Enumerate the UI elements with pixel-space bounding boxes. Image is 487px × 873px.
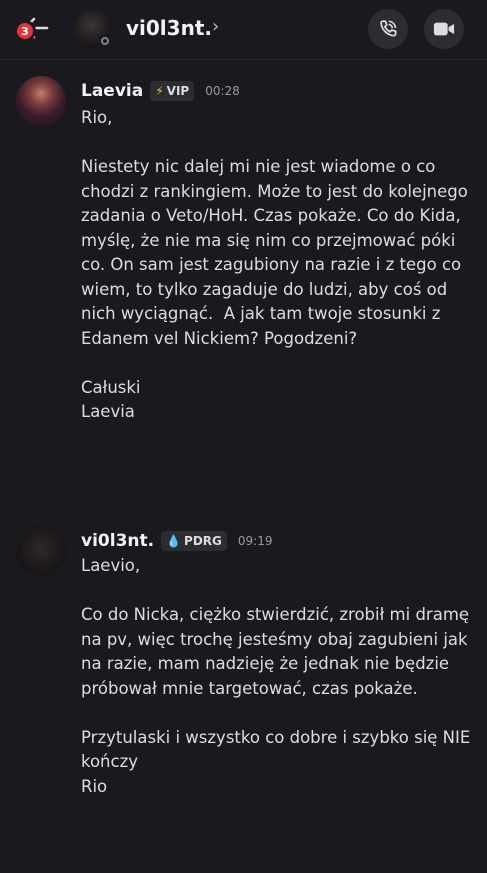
message-timestamp: 09:19 [237, 534, 273, 548]
role-tag[interactable]: 💧 PDRG [161, 531, 227, 551]
author-avatar[interactable] [16, 76, 66, 126]
chevron-right-icon[interactable]: › [212, 16, 219, 37]
message-text: Laevio, Co do Nicka, ciężko stwierdzić, … [81, 556, 471, 796]
unread-badge: 3 [14, 20, 36, 42]
water-drop-icon: 💧 [166, 534, 182, 548]
video-call-button[interactable] [424, 9, 464, 49]
author-avatar[interactable] [16, 526, 66, 576]
dm-header: 3 vi0l3nt. › [0, 0, 487, 60]
role-tag[interactable]: ⚡ VIP [150, 81, 195, 101]
channel-title[interactable]: vi0l3nt. [126, 16, 212, 40]
author-name[interactable]: vi0l3nt. [81, 531, 154, 551]
message-text: Rio, Niestety nic dalej mi nie jest wiad… [81, 108, 468, 421]
author-name[interactable]: Laevia [81, 81, 143, 101]
voice-call-button[interactable] [368, 9, 408, 49]
lightning-icon: ⚡ [155, 84, 164, 98]
message-header: vi0l3nt. 💧 PDRG 09:19 [81, 529, 273, 553]
video-camera-icon [433, 22, 455, 36]
phone-call-icon [380, 20, 397, 37]
message-header: Laevia ⚡ VIP 00:28 [81, 79, 240, 103]
role-tag-label: PDRG [184, 534, 222, 548]
role-tag-label: VIP [166, 84, 190, 98]
message-timestamp: 00:28 [205, 84, 240, 98]
offline-status-icon [98, 34, 112, 48]
